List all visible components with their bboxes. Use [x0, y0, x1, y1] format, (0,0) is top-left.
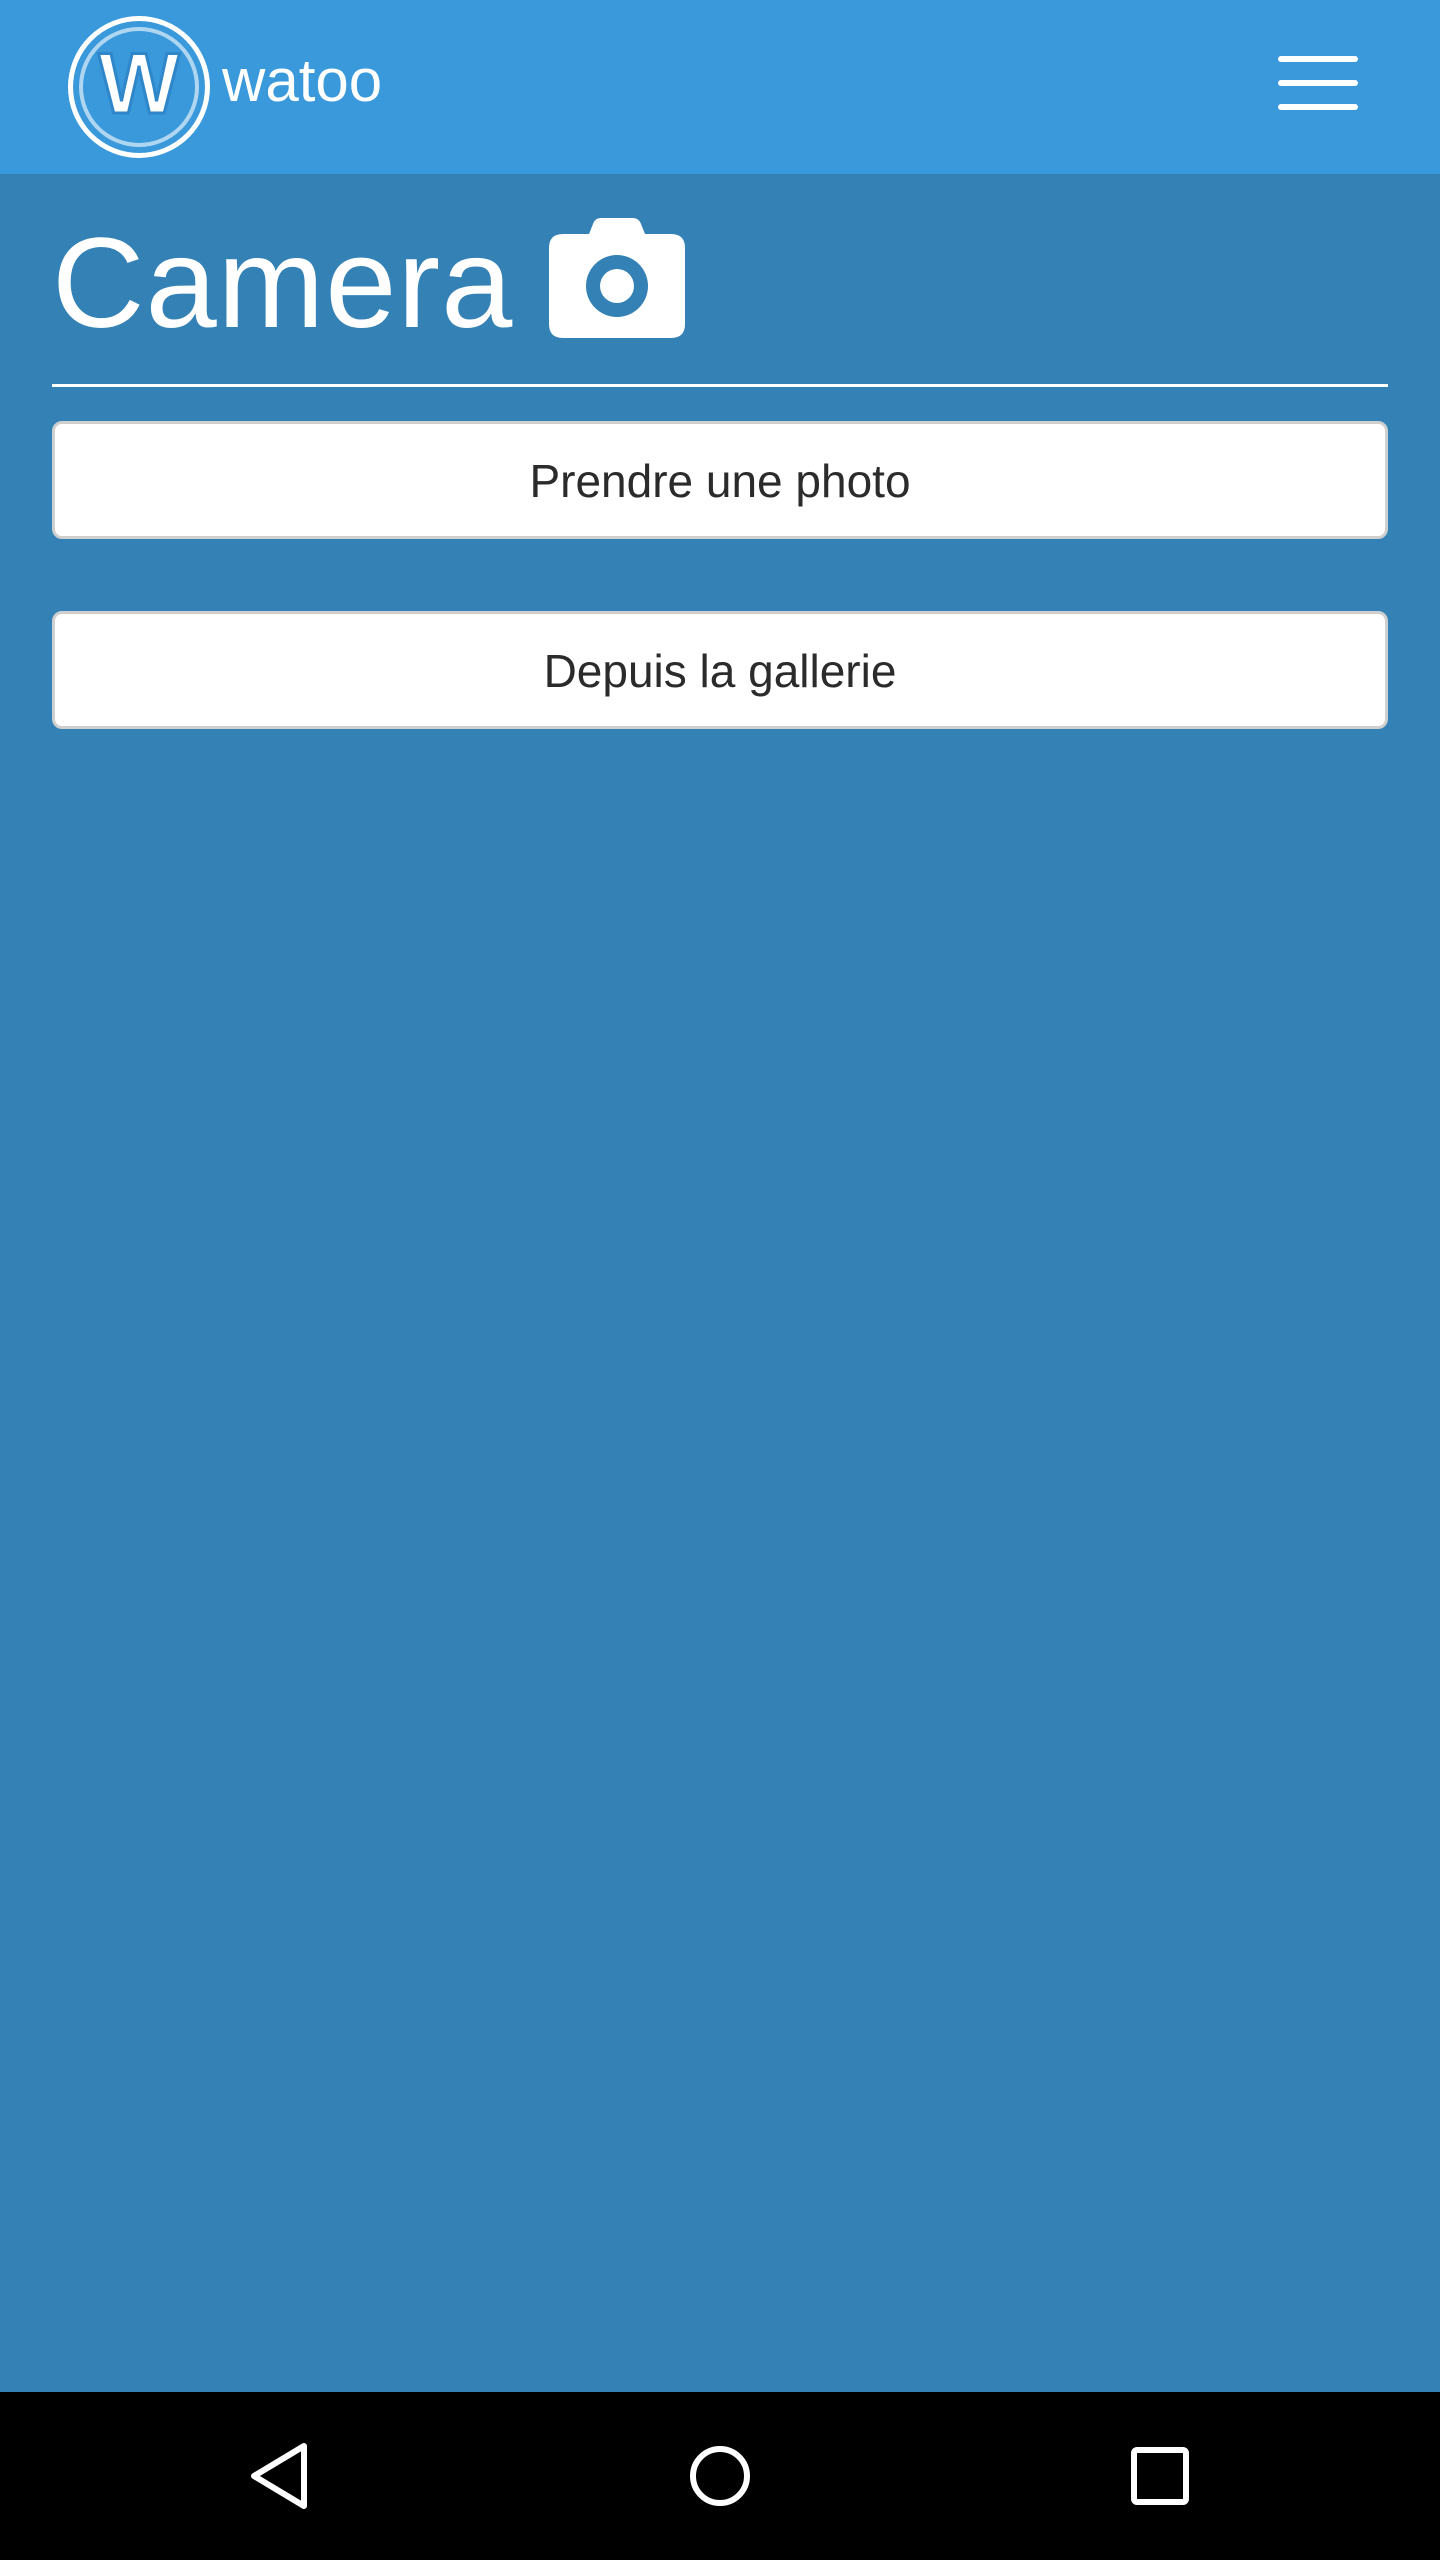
- from-gallery-button[interactable]: Depuis la gallerie: [52, 611, 1388, 729]
- title-divider: [52, 384, 1388, 387]
- menu-bar-top: [1278, 56, 1358, 62]
- brand-name: watoo: [222, 47, 383, 114]
- svg-text:W: W: [98, 36, 180, 132]
- page-title: Camera: [52, 184, 1388, 384]
- logo-letter-w: W: [97, 35, 182, 134]
- page-title-text: Camera: [52, 212, 514, 355]
- camera-icon: [549, 218, 686, 338]
- recent-apps-square-icon[interactable]: [1120, 2436, 1200, 2516]
- watoo-logo-icon: W: [68, 16, 210, 158]
- back-triangle-icon[interactable]: [240, 2436, 320, 2516]
- main-content: Camera Prendre une photo Depuis la galle…: [52, 174, 1388, 729]
- menu-bar-bottom: [1278, 104, 1358, 110]
- top-navbar: W watoo: [0, 0, 1440, 174]
- hamburger-menu-icon[interactable]: [1278, 50, 1358, 122]
- brand-home-link[interactable]: W watoo: [68, 16, 382, 158]
- menu-bar-middle: [1278, 80, 1358, 86]
- take-photo-button[interactable]: Prendre une photo: [52, 421, 1388, 539]
- system-navigation-bar: [0, 2392, 1440, 2560]
- home-circle-icon[interactable]: [680, 2436, 760, 2516]
